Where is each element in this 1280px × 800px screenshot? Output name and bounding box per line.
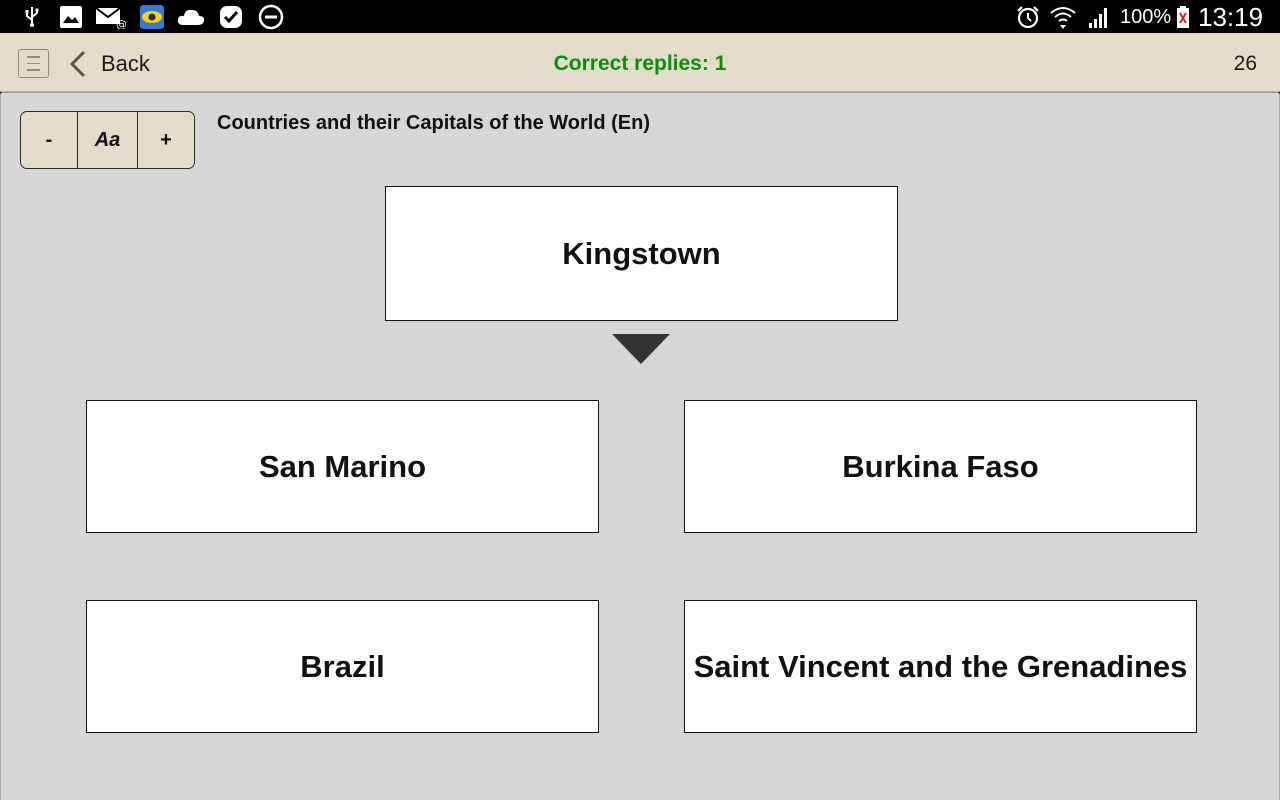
down-arrow-icon [612,334,670,364]
header-bar: Back Correct replies: 1 26 [0,33,1280,92]
question-card: Kingstown [385,186,898,321]
check-badge-icon [218,4,244,30]
menu-icon[interactable] [18,49,49,78]
answer-option-4[interactable]: Saint Vincent and the Grenadines [684,600,1197,733]
cloud-icon [175,4,207,30]
app-eye-icon [139,4,165,30]
increase-font-button[interactable]: + [138,112,194,168]
signal-icon [1086,4,1112,30]
font-button[interactable]: Aa [78,112,138,168]
answer-option-3[interactable]: Brazil [86,600,599,733]
answer-option-1[interactable]: San Marino [86,400,599,533]
do-not-disturb-icon [257,4,285,30]
wifi-icon [1048,4,1078,30]
answer-option-2[interactable]: Burkina Faso [684,400,1197,533]
back-button[interactable]: Back [101,50,150,78]
correct-replies-counter: Correct replies: 1 [553,52,727,75]
decrease-font-button[interactable]: - [21,112,78,168]
clock: 13:19 [1198,2,1264,32]
battery-percent: 100% [1120,6,1172,28]
email-icon: @ [95,4,127,30]
svg-text:@: @ [116,18,127,29]
font-size-control: - Aa + [20,111,195,169]
alarm-icon [1014,4,1042,30]
remaining-cards-counter: 26 [1233,52,1257,75]
gallery-icon [58,4,84,30]
back-chevron-icon[interactable] [66,49,90,79]
battery-icon [1174,4,1192,30]
quiz-area: - Aa + Countries and their Capitals of t… [0,92,1280,800]
deck-title: Countries and their Capitals of the Worl… [217,112,650,134]
status-bar: @ 100% 13:19 [0,0,1280,33]
usb-icon [22,4,42,30]
